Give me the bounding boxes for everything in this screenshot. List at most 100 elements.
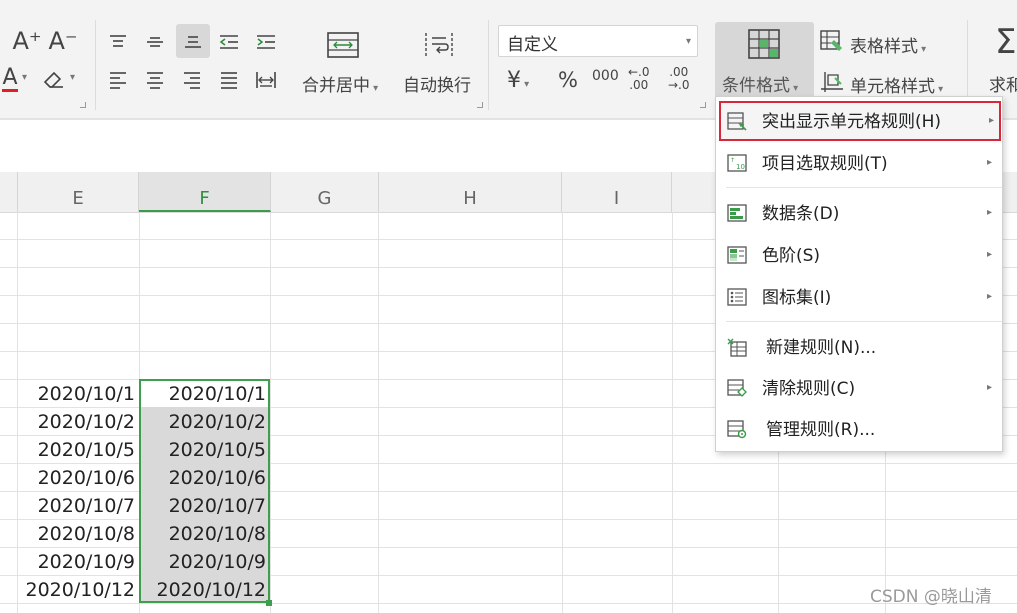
font-color-icon: A [2, 64, 18, 92]
menu-item-label: 管理规则(R)... [766, 420, 876, 440]
menu-item-label: 项目选取规则(T) [762, 154, 888, 174]
column-header-h[interactable]: H [379, 172, 562, 212]
cell-f[interactable] [140, 295, 270, 323]
justify-icon [221, 72, 237, 89]
clear-format-button[interactable] [40, 64, 68, 94]
font-group-launcher[interactable] [80, 102, 86, 108]
menu-separator [726, 321, 1002, 322]
sum-label: 求和 [989, 76, 1017, 96]
cell-e[interactable]: 2020/10/7 [0, 491, 139, 519]
cell-style-dropdown-arrow: ▾ [935, 84, 944, 95]
conditional-format-icon [748, 29, 780, 59]
distributed-align-button[interactable] [252, 66, 280, 94]
cell-e[interactable] [0, 323, 139, 351]
group-separator [95, 20, 96, 110]
align-top-button[interactable] [104, 28, 132, 56]
cell-e[interactable] [0, 239, 139, 267]
menu-item-manage-rules[interactable]: 管理规则(R)... [716, 409, 1002, 449]
thousands-icon: 000 [592, 68, 619, 84]
percent-format-button[interactable]: % [558, 68, 578, 92]
cell-e[interactable]: 2020/10/9 [0, 547, 139, 575]
menu-item-highlight-cells-rules[interactable]: ≠ 突出显示单元格规则(H) ▸ [719, 101, 1001, 141]
menu-item-new-rule[interactable]: 新建规则(N)... [716, 327, 1002, 367]
menu-item-label: 图标集(I) [762, 288, 832, 308]
column-header-e[interactable]: E [18, 172, 139, 212]
grid-column-line [270, 212, 271, 613]
increase-indent-icon [257, 35, 275, 49]
align-center-button[interactable] [141, 66, 169, 94]
currency-format-button[interactable]: ¥ ▾ [507, 68, 529, 93]
font-color-button[interactable]: A [0, 64, 20, 94]
align-middle-icon [147, 37, 163, 47]
menu-item-data-bars[interactable]: 数据条(D) ▸ [716, 193, 1002, 233]
align-left-button[interactable] [104, 66, 132, 94]
grid-column-line [672, 212, 673, 613]
currency-dropdown-arrow: ▾ [521, 79, 530, 90]
sum-icon: Σ [995, 22, 1017, 62]
wrap-text-icon-wrap[interactable] [421, 28, 457, 62]
menu-item-label: 突出显示单元格规则(H) [762, 112, 942, 132]
cell-e[interactable] [0, 295, 139, 323]
cell-f[interactable] [140, 351, 270, 379]
align-middle-button[interactable] [141, 28, 169, 56]
column-header-f[interactable]: F [139, 172, 271, 212]
cell-f[interactable] [140, 239, 270, 267]
cell-e[interactable] [0, 351, 139, 379]
top-bottom-rules-icon: ↑ 10 [727, 153, 747, 173]
thousands-separator-button[interactable]: 000 [592, 68, 619, 84]
cell-e[interactable]: 2020/10/5 [0, 435, 139, 463]
wrap-text-icon [425, 33, 453, 57]
align-bottom-button[interactable] [176, 24, 210, 58]
grid-column-line [378, 212, 379, 613]
grid-row-line [0, 603, 1017, 604]
cell-e[interactable]: 2020/10/6 [0, 463, 139, 491]
menu-item-top-bottom-rules[interactable]: ↑ 10 项目选取规则(T) ▸ [716, 143, 1002, 183]
fill-handle[interactable] [266, 600, 272, 606]
svg-text:≠: ≠ [739, 121, 745, 129]
cell-f[interactable] [140, 211, 270, 239]
column-header-partial[interactable] [0, 172, 18, 212]
table-style-label: 表格样式 [850, 37, 918, 57]
sum-button[interactable]: Σ 求和 [985, 22, 1017, 98]
decrease-indent-button[interactable] [215, 28, 243, 56]
increase-font-size-button[interactable]: A⁺ [12, 26, 42, 56]
conditional-format-dropdown-arrow: ▾ [790, 83, 799, 94]
cell-f[interactable] [140, 267, 270, 295]
justify-button[interactable] [215, 66, 243, 94]
merge-center-button[interactable]: 合并居中 ▾ [302, 71, 378, 96]
decrease-font-size-button[interactable]: A⁻ [48, 26, 78, 56]
menu-item-color-scales[interactable]: 色阶(S) ▸ [716, 235, 1002, 275]
menu-item-label: 清除规则(C) [762, 379, 856, 399]
decrease-decimal-button[interactable]: .00 →.0 [668, 66, 690, 92]
chevron-down-icon: ▾ [685, 36, 691, 47]
font-color-dropdown[interactable]: ▾ [22, 72, 27, 83]
decrease-indent-icon [219, 35, 238, 49]
cell-e[interactable] [0, 211, 139, 239]
column-header-g[interactable]: G [271, 172, 379, 212]
align-right-button[interactable] [178, 66, 206, 94]
increase-decimal-button[interactable]: ←.0 .00 [628, 66, 650, 92]
number-group-launcher[interactable] [700, 102, 706, 108]
cell-e[interactable]: 2020/10/1 [0, 379, 139, 407]
percent-icon: % [558, 68, 578, 92]
clear-format-dropdown[interactable]: ▾ [70, 72, 75, 83]
grid-column-line [562, 212, 563, 613]
column-header-i[interactable]: I [562, 172, 672, 212]
cell-e[interactable] [0, 267, 139, 295]
number-format-select[interactable]: 自定义 ▾ [498, 25, 698, 57]
alignment-group-launcher[interactable] [477, 102, 483, 108]
menu-item-label: 新建规则(N)... [766, 338, 877, 358]
cell-e[interactable]: 2020/10/8 [0, 519, 139, 547]
menu-item-icon-sets[interactable]: 图标集(I) ▸ [716, 277, 1002, 317]
submenu-arrow-icon: ▸ [986, 207, 992, 218]
wrap-text-button[interactable]: 自动换行 [403, 71, 471, 96]
cell-e[interactable]: 2020/10/12 [0, 575, 139, 603]
conditional-format-button[interactable]: 条件格式 ▾ [715, 22, 814, 98]
increase-indent-button[interactable] [252, 28, 280, 56]
watermark: CSDN @晓山清 [870, 587, 992, 607]
cell-f[interactable] [140, 323, 270, 351]
cell-e[interactable]: 2020/10/2 [0, 407, 139, 435]
merge-center-button-icon-wrap[interactable] [325, 28, 361, 62]
svg-text:10: 10 [736, 163, 745, 171]
menu-item-clear-rules[interactable]: 清除规则(C) ▸ [716, 368, 1002, 408]
